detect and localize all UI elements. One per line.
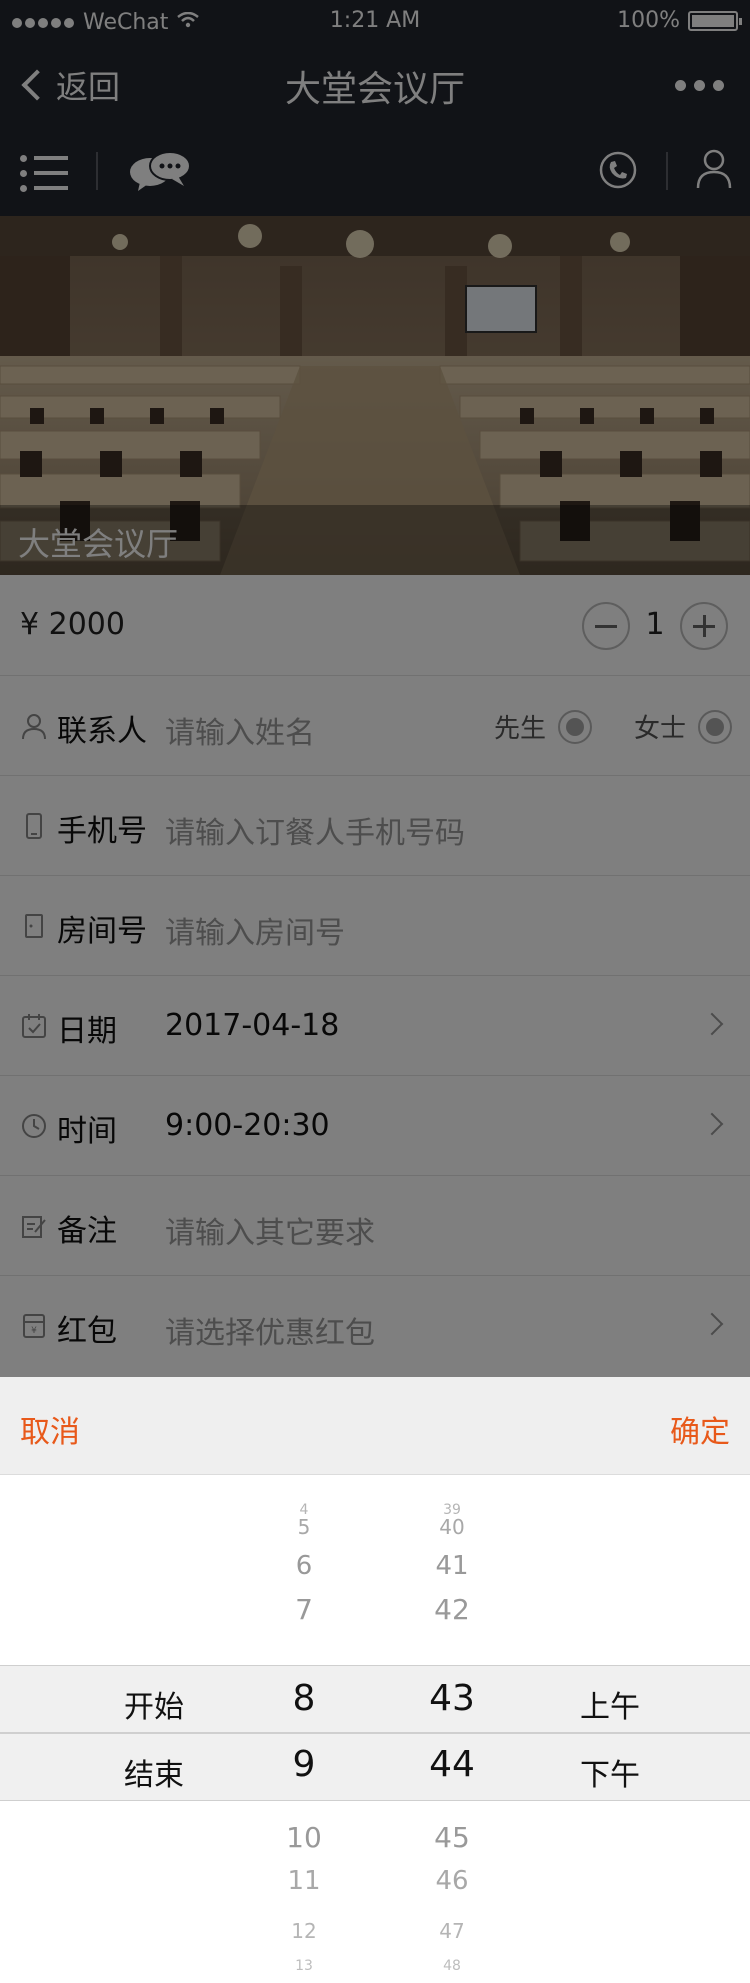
hour-option[interactable]: 9 [244, 1747, 364, 1783]
am-label[interactable]: 上午 [580, 1682, 640, 1726]
minute-option[interactable]: 46 [392, 1868, 512, 1894]
minute-option[interactable]: 42 [392, 1596, 512, 1624]
modal-backdrop[interactable] [0, 0, 750, 1377]
hour-wheel[interactable]: 4 5 6 7 8 9 10 11 12 13 [244, 1475, 364, 1983]
minute-option[interactable]: 43 [392, 1681, 512, 1717]
minute-option[interactable]: 45 [392, 1824, 512, 1852]
hour-option[interactable]: 10 [244, 1824, 364, 1852]
hour-option[interactable]: 7 [244, 1596, 364, 1624]
hour-option[interactable]: 6 [244, 1553, 364, 1579]
pm-label[interactable]: 下午 [580, 1750, 640, 1794]
minute-option[interactable]: 40 [392, 1517, 512, 1537]
time-picker[interactable]: 开始 结束 上午 下午 4 5 6 7 8 9 10 11 12 13 39 40 41 42 43 44 4… [0, 1475, 750, 1983]
confirm-button[interactable]: 确定 [670, 1407, 730, 1451]
hour-option[interactable]: 11 [244, 1868, 364, 1894]
hour-option[interactable]: 5 [244, 1517, 364, 1537]
end-label: 结束 [124, 1758, 184, 1793]
minute-option[interactable]: 44 [392, 1747, 512, 1783]
minute-option[interactable]: 48 [392, 1959, 512, 1973]
start-label: 开始 [124, 1690, 184, 1725]
minute-option[interactable]: 47 [392, 1921, 512, 1941]
minute-wheel[interactable]: 39 40 41 42 43 44 45 46 47 48 [392, 1475, 512, 1983]
hour-option[interactable]: 12 [244, 1921, 364, 1941]
minute-option[interactable]: 41 [392, 1553, 512, 1579]
hour-option[interactable]: 8 [244, 1681, 364, 1717]
hour-option[interactable]: 13 [244, 1959, 364, 1973]
picker-toolbar: 取消 确定 [0, 1377, 750, 1475]
cancel-button[interactable]: 取消 [20, 1407, 80, 1451]
